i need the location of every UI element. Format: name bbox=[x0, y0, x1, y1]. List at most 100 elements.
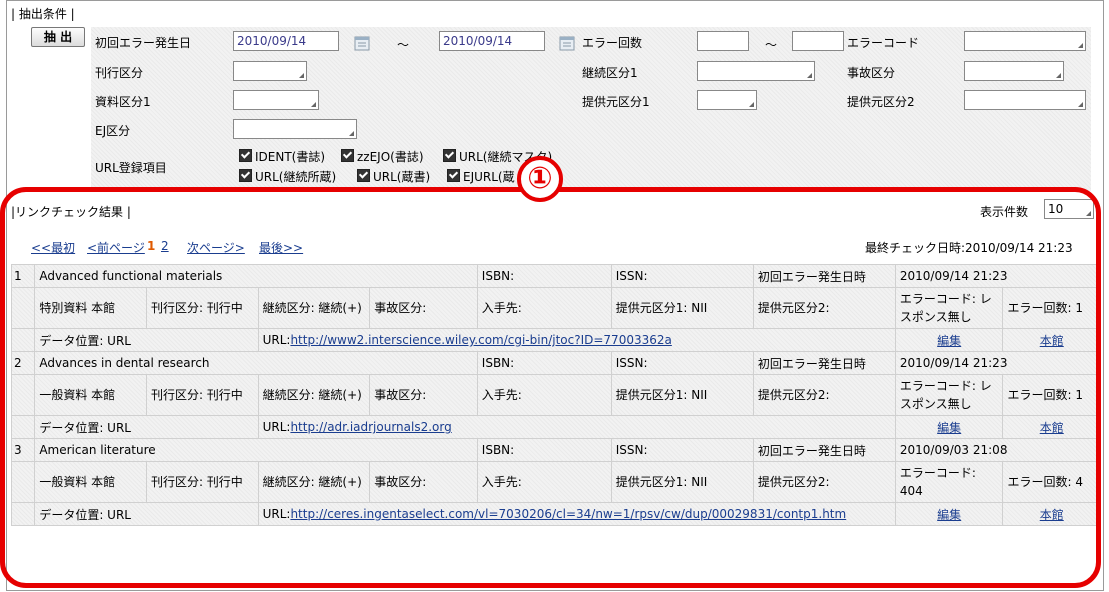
pager-current-page: 1 bbox=[147, 239, 156, 253]
teikyo2-value: 提供元区分2: bbox=[752, 287, 896, 329]
teikyo1-label: 提供元区分1 bbox=[582, 95, 650, 109]
error-count-to-input[interactable] bbox=[792, 31, 844, 51]
isbn-label: ISBN: bbox=[476, 264, 612, 288]
error-code-value: エラーコード: レスポンス無し bbox=[894, 287, 1004, 329]
jiko-label: 事故区分 bbox=[847, 66, 896, 80]
checkbox-url-zousho[interactable]: URL(蔵書) bbox=[357, 168, 430, 185]
issn-label: ISSN: bbox=[610, 438, 754, 462]
journal-title: American literature bbox=[34, 438, 478, 462]
calendar-icon[interactable] bbox=[353, 34, 371, 52]
checkbox-label: EJURL(蔵 bbox=[463, 170, 515, 184]
edit-link[interactable]: 編集 bbox=[937, 334, 961, 348]
error-count-label: エラー回数 bbox=[582, 36, 643, 50]
url-label: URL: bbox=[262, 507, 291, 521]
extract-button[interactable]: 抽 出 bbox=[31, 27, 85, 47]
filter-section-title: | 抽出条件 | bbox=[11, 7, 75, 21]
honkan-link[interactable]: 本館 bbox=[1040, 334, 1064, 348]
edit-link[interactable]: 編集 bbox=[937, 508, 961, 522]
error-code-select[interactable] bbox=[964, 31, 1086, 51]
keizoku-value: 継続区分: 継続(+) bbox=[257, 374, 371, 416]
pager-page-2-link[interactable]: 2 bbox=[161, 239, 169, 253]
url-cell: URL:http://adr.iadrjournals2.org bbox=[257, 415, 896, 439]
result-url-row: データ位置: URL URL:http://ceres.ingentaselect… bbox=[10, 502, 1101, 526]
row-index: 3 bbox=[10, 438, 36, 462]
kankou-value: 刊行区分: 刊行中 bbox=[145, 374, 259, 416]
keizoku-select[interactable] bbox=[697, 61, 815, 81]
url-cell: URL:http://ceres.ingentaselect.com/vl=70… bbox=[257, 502, 896, 526]
issn-label: ISSN: bbox=[610, 264, 754, 288]
shiryo-value: 一般資料 本館 bbox=[34, 461, 147, 503]
checkbox-label: zzEJO(書誌) bbox=[357, 150, 424, 164]
url-link[interactable]: http://www2.interscience.wiley.com/cgi-b… bbox=[290, 333, 671, 347]
first-error-label: 初回エラー発生日時 bbox=[752, 438, 896, 462]
error-count-from-input[interactable] bbox=[697, 31, 749, 51]
checkbox-ident[interactable]: IDENT(書誌) bbox=[239, 148, 325, 165]
url-items-label: URL登録項目 bbox=[95, 161, 167, 175]
journal-title: Advances in dental research bbox=[34, 351, 478, 375]
checkbox-label: URL(継続所蔵) bbox=[255, 170, 337, 184]
teikyo2-value: 提供元区分2: bbox=[752, 461, 896, 503]
edit-link[interactable]: 編集 bbox=[937, 421, 961, 435]
checkbox-zzejo[interactable]: zzEJO(書誌) bbox=[341, 148, 424, 165]
first-error-datetime: 2010/09/14 21:23 bbox=[894, 351, 1102, 375]
calendar-icon[interactable] bbox=[558, 34, 576, 52]
results-section-title: |リンクチェック結果 | bbox=[11, 205, 131, 219]
teikyo2-select[interactable] bbox=[964, 90, 1086, 110]
error-code-label: エラーコード bbox=[847, 36, 920, 50]
shiryo-select[interactable] bbox=[233, 90, 319, 110]
isbn-label: ISBN: bbox=[476, 351, 612, 375]
checkbox-ejurl[interactable]: EJURL(蔵 bbox=[447, 168, 515, 185]
result-header-row: 2 Advances in dental research ISBN: ISSN: 初回… bbox=[10, 351, 1102, 375]
checkbox-checked-icon bbox=[341, 149, 354, 162]
result-url-row: データ位置: URL URL:http://adr.iadrjournals2.o… bbox=[10, 415, 1101, 439]
pager-first-link[interactable]: <<最初 bbox=[31, 239, 75, 256]
main-panel: | 抽出条件 | 抽 出 初回エラー発生日 2010/09/14 ～ 2010/… bbox=[6, 0, 1104, 591]
checkbox-checked-icon bbox=[239, 169, 252, 182]
data-position: データ位置: URL bbox=[34, 415, 259, 439]
keizoku-label: 継続区分1 bbox=[582, 66, 638, 80]
result-header-row: 1 Advanced functional materials ISBN: ISSN:… bbox=[10, 264, 1102, 288]
issn-label: ISSN: bbox=[610, 351, 754, 375]
nyushu-value: 入手先: bbox=[476, 461, 612, 503]
kankou-value: 刊行区分: 刊行中 bbox=[145, 287, 259, 329]
jiko-value: 事故区分: bbox=[369, 287, 478, 329]
first-error-label: 初回エラー発生日時 bbox=[752, 264, 896, 288]
error-count-value: エラー回数: 1 bbox=[1002, 374, 1101, 416]
date-to-input[interactable]: 2010/09/14 bbox=[439, 31, 545, 51]
jiko-select[interactable] bbox=[964, 61, 1064, 81]
pager-next-link[interactable]: 次ページ> bbox=[187, 239, 245, 256]
annotation-marker: ① bbox=[517, 156, 563, 202]
teikyo2-value: 提供元区分2: bbox=[752, 374, 896, 416]
pager-last-link[interactable]: 最後>> bbox=[259, 239, 303, 256]
teikyo1-select[interactable] bbox=[697, 90, 757, 110]
first-error-datetime: 2010/09/03 21:08 bbox=[894, 438, 1102, 462]
kankou-label: 刊行区分 bbox=[95, 66, 144, 80]
nyushu-value: 入手先: bbox=[476, 287, 612, 329]
keizoku-value: 継続区分: 継続(+) bbox=[257, 287, 371, 329]
url-link[interactable]: http://adr.iadrjournals2.org bbox=[290, 420, 451, 434]
journal-title: Advanced functional materials bbox=[34, 264, 478, 288]
honkan-link[interactable]: 本館 bbox=[1040, 508, 1064, 522]
date-from-input[interactable]: 2010/09/14 bbox=[233, 31, 339, 51]
date-range-separator: ～ bbox=[397, 38, 410, 52]
teikyo1-value: 提供元区分1: NII bbox=[610, 287, 754, 329]
display-count-select[interactable]: 10 bbox=[1044, 199, 1094, 219]
checkbox-label: URL(蔵書) bbox=[373, 170, 431, 184]
data-position: データ位置: URL bbox=[34, 502, 259, 526]
results-table: 1 Advanced functional materials ISBN: ISSN:… bbox=[10, 264, 1102, 526]
first-error-date-label: 初回エラー発生日 bbox=[95, 36, 192, 50]
pager-prev-link[interactable]: <前ページ bbox=[87, 239, 145, 256]
teikyo1-value: 提供元区分1: NII bbox=[610, 374, 754, 416]
result-detail-row: 特別資料 本館 刊行区分: 刊行中 継続区分: 継続(+) 事故区分: 入手先: 提供元区… bbox=[10, 287, 1101, 329]
honkan-link[interactable]: 本館 bbox=[1040, 421, 1064, 435]
kankou-select[interactable] bbox=[233, 61, 307, 81]
teikyo2-label: 提供元区分2 bbox=[847, 95, 915, 109]
checkbox-url-keizoku-shozo[interactable]: URL(継続所蔵) bbox=[239, 168, 336, 185]
url-link[interactable]: http://ceres.ingentaselect.com/vl=703020… bbox=[290, 507, 846, 521]
checkbox-label: IDENT(書誌) bbox=[255, 150, 326, 164]
jiko-value: 事故区分: bbox=[369, 461, 478, 503]
first-error-label: 初回エラー発生日時 bbox=[752, 351, 896, 375]
ej-select[interactable] bbox=[233, 119, 357, 139]
shiryo-value: 特別資料 本館 bbox=[34, 287, 147, 329]
data-position: データ位置: URL bbox=[34, 328, 259, 352]
